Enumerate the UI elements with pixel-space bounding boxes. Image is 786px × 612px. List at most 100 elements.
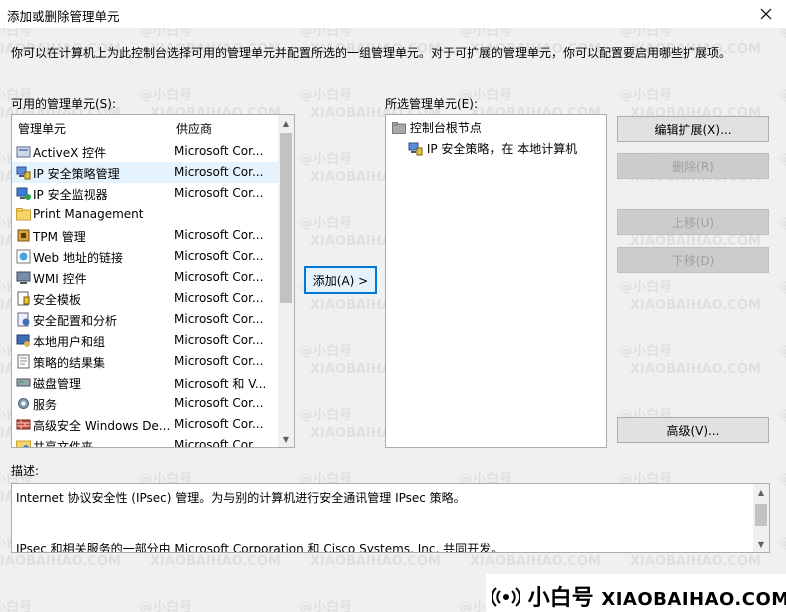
ip-security-monitor-icon — [16, 187, 31, 200]
desc-scroll-up-arrow[interactable]: ▲ — [753, 484, 769, 500]
item-vendor: Microsoft Cor... — [174, 186, 264, 200]
item-name: Web 地址的链接 — [33, 251, 123, 265]
watermark-text: @小白号 — [300, 600, 353, 612]
available-list[interactable]: 管理单元 供应商 ActiveX 控件 Microsoft Cor... IP 安全… — [11, 114, 295, 448]
edit-extensions-button[interactable]: 编辑扩展(X)... — [617, 116, 769, 142]
window-title: 添加或删除管理单元 — [7, 9, 120, 24]
description-scrollbar[interactable]: ▲ ▼ — [753, 484, 769, 552]
item-name: IP 安全监视器 — [33, 188, 108, 202]
column-header-name[interactable]: 管理单元 — [18, 120, 66, 137]
description-label: 描述: — [11, 464, 40, 478]
tree-root[interactable]: 控制台根节点 — [392, 119, 482, 139]
column-header-vendor[interactable]: 供应商 — [176, 120, 212, 137]
vertical-scrollbar[interactable]: ▲ ▼ — [278, 115, 294, 447]
folder-icon — [392, 122, 406, 134]
list-item[interactable]: IP 安全监视器 Microsoft Cor... — [12, 183, 280, 204]
item-name: 共享文件夹 — [33, 440, 94, 448]
list-item[interactable]: 磁盘管理 Microsoft 和 V... — [12, 372, 280, 393]
gear-icon — [18, 398, 29, 409]
list-item[interactable]: 高级安全 Windows De... Microsoft Cor... — [12, 414, 280, 435]
item-name: 高级安全 Windows De... — [33, 419, 171, 433]
add-button[interactable]: 添加(A) > — [304, 266, 377, 294]
list-item[interactable]: ActiveX 控件 Microsoft Cor... — [12, 141, 280, 162]
item-name: ActiveX 控件 — [33, 146, 107, 160]
item-vendor: Microsoft Cor... — [174, 417, 264, 431]
remove-button[interactable]: 删除(R) — [617, 153, 769, 179]
disk-icon — [16, 378, 31, 387]
watermark-text: @小白号 — [780, 212, 786, 231]
watermark-text: @小白号 — [780, 148, 786, 167]
scroll-down-arrow[interactable]: ▼ — [278, 431, 294, 447]
scroll-thumb[interactable] — [280, 133, 292, 303]
description-line-2: IPsec 和相关服务的一部分由 Microsoft Corporation 和… — [16, 542, 504, 553]
list-item[interactable]: 本地用户和组 Microsoft Cor... — [12, 330, 280, 351]
watermark-text: @小白号 — [300, 344, 353, 359]
list-item[interactable]: Web 地址的链接 Microsoft Cor... — [12, 246, 280, 267]
folder-icon — [16, 208, 31, 221]
watermark-text: @小白号 — [300, 216, 353, 231]
watermark-text: @小白号 — [300, 408, 353, 423]
watermark-text: @小白号 — [780, 468, 786, 487]
list-item[interactable]: 策略的结果集 Microsoft Cor... — [12, 351, 280, 372]
tree-root-label: 控制台根节点 — [409, 121, 482, 135]
watermark-text: @小白号 — [140, 600, 193, 612]
item-name: WMI 控件 — [33, 272, 87, 286]
activex-icon — [16, 146, 31, 158]
move-down-button[interactable]: 下移(D) — [617, 247, 769, 273]
item-name: 安全模板 — [33, 293, 82, 307]
move-up-button[interactable]: 上移(U) — [617, 209, 769, 235]
shared-folder-icon — [16, 440, 31, 447]
scroll-up-arrow[interactable]: ▲ — [278, 115, 294, 131]
item-name: 磁盘管理 — [33, 377, 82, 391]
watermark-text: @小白号 — [620, 344, 673, 359]
desc-scroll-down-arrow[interactable]: ▼ — [753, 536, 769, 552]
watermark-text: XIAOBAIHAO.COM — [310, 554, 441, 569]
item-vendor: Microsoft Cor... — [174, 228, 264, 242]
watermark-text: @小白号 — [140, 88, 193, 103]
ip-security-policy-icon — [16, 166, 31, 180]
watermark-text: @小白号 — [780, 404, 786, 423]
list-item[interactable]: 安全配置和分析 Microsoft Cor... — [12, 309, 280, 330]
item-name: 本地用户和组 — [33, 335, 106, 349]
list-item[interactable]: IP 安全策略管理 Microsoft Cor... — [12, 162, 280, 183]
firewall-icon — [16, 419, 31, 430]
item-vendor: Microsoft Cor... — [174, 165, 264, 179]
item-name: TPM 管理 — [33, 230, 86, 244]
rsop-icon — [17, 354, 30, 369]
list-item[interactable]: Print Management — [12, 204, 280, 225]
list-item[interactable]: TPM 管理 Microsoft Cor... — [12, 225, 280, 246]
item-vendor: Microsoft Cor... — [174, 312, 264, 326]
watermark-text: XIAOBAIHAO.COM — [630, 362, 761, 377]
desc-scroll-thumb[interactable] — [755, 504, 767, 526]
item-name: 安全配置和分析 — [33, 314, 118, 328]
users-groups-icon — [16, 334, 30, 347]
item-vendor: Microsoft Cor... — [174, 270, 264, 284]
wmi-icon — [16, 271, 31, 284]
item-vendor: Microsoft Cor... — [174, 291, 264, 305]
watermark-text: XIAOBAIHAO.COM — [150, 554, 281, 569]
selected-label: 所选管理单元(E): — [385, 97, 478, 111]
ip-security-policy-icon — [408, 142, 423, 156]
watermark-text: @小白号 — [780, 276, 786, 295]
list-item[interactable]: WMI 控件 Microsoft Cor... — [12, 267, 280, 288]
item-vendor: Microsoft Cor... — [174, 144, 264, 158]
security-config-icon — [17, 312, 30, 327]
list-item[interactable]: 安全模板 Microsoft Cor... — [12, 288, 280, 309]
close-button[interactable] — [746, 0, 786, 28]
selected-tree[interactable]: 控制台根节点 IP 安全策略，在 本地计算机 — [385, 114, 607, 448]
tree-item-ip-policy[interactable]: IP 安全策略，在 本地计算机 — [408, 140, 577, 160]
watermark-logo: 小白号 XIAOBAIHAO.COM — [486, 574, 786, 612]
item-vendor: Microsoft Cor... — [174, 354, 264, 368]
item-vendor: Microsoft Cor... — [174, 396, 264, 410]
web-link-icon — [16, 249, 31, 264]
intro-text: 你可以在计算机上为此控制台选择可用的管理单元并配置所选的一组管理单元。对于可扩展… — [11, 46, 732, 60]
item-vendor: Microsoft Cor... — [174, 249, 264, 263]
watermark-text: @小白号 — [300, 152, 353, 167]
item-vendor: Microsoft 和 V... — [174, 377, 267, 391]
list-item[interactable]: 共享文件夹 Microsoft Cor... — [12, 435, 280, 448]
watermark-text: XIAOBAIHAO.COM — [470, 554, 601, 569]
list-item[interactable]: 服务 Microsoft Cor... — [12, 393, 280, 414]
description-box: Internet 协议安全性 (IPsec) 管理。为与别的计算机进行安全通讯管… — [11, 483, 770, 553]
watermark-text: @小白号 — [300, 88, 353, 103]
advanced-button[interactable]: 高级(V)... — [617, 417, 769, 443]
